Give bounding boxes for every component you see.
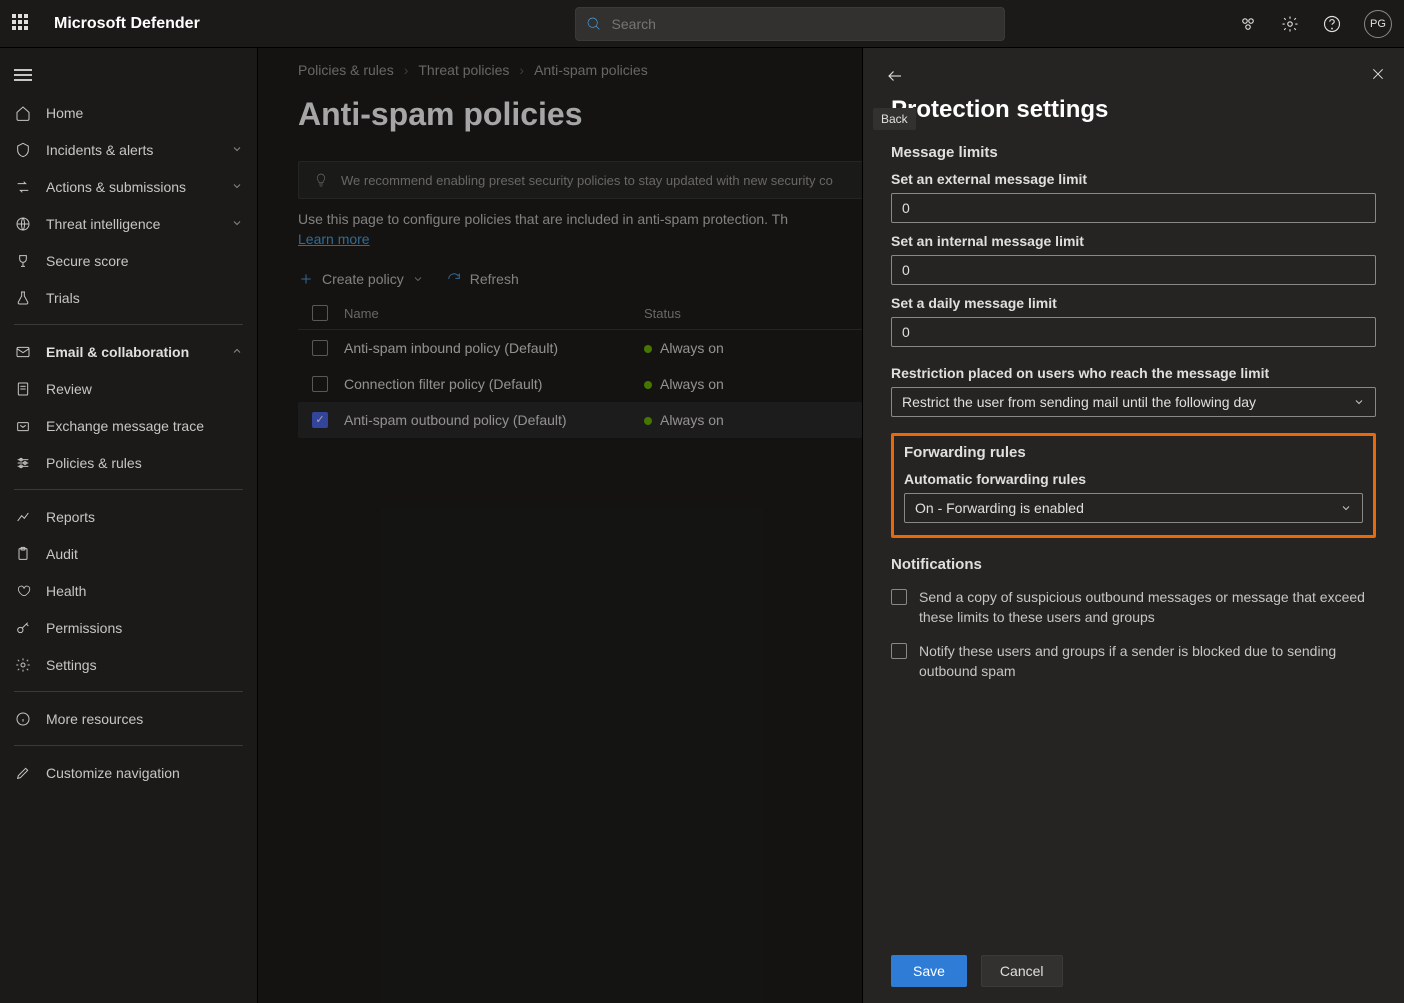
sidebar-item-label: Settings — [46, 657, 97, 673]
sliders-icon — [14, 454, 32, 472]
search-input[interactable] — [612, 16, 994, 32]
notify-blocked-checkbox[interactable] — [891, 643, 907, 659]
sidebar-item-audit[interactable]: Audit — [0, 535, 257, 572]
chevron-down-icon — [231, 216, 243, 232]
clipboard-icon — [14, 545, 32, 563]
sidebar-item-actions[interactable]: Actions & submissions — [0, 168, 257, 205]
help-icon[interactable] — [1322, 14, 1342, 34]
swap-icon — [14, 178, 32, 196]
section-notifications: Notifications — [891, 556, 1376, 573]
community-icon[interactable] — [1238, 14, 1258, 34]
sidebar-item-label: Health — [46, 583, 86, 599]
sidebar-item-label: Threat intelligence — [46, 216, 160, 232]
notify-blocked-label: Notify these users and groups if a sende… — [919, 641, 1376, 681]
sidebar-item-reports[interactable]: Reports — [0, 498, 257, 535]
internal-limit-input[interactable] — [891, 255, 1376, 285]
app-launcher-icon[interactable] — [12, 14, 32, 34]
sidebar-item-label: Home — [46, 105, 83, 121]
sidebar-item-settings[interactable]: Settings — [0, 646, 257, 683]
sidebar-item-label: Permissions — [46, 620, 122, 636]
auto-forwarding-select[interactable]: On - Forwarding is enabled — [904, 493, 1363, 523]
chevron-up-icon — [231, 344, 243, 360]
section-forwarding-rules: Forwarding rules — [904, 444, 1363, 461]
notify-copy-label: Send a copy of suspicious outbound messa… — [919, 587, 1376, 627]
cancel-button[interactable]: Cancel — [981, 955, 1063, 987]
protection-settings-panel: Back Protection settings Message limits … — [862, 48, 1404, 1003]
hamburger-icon[interactable] — [0, 56, 257, 94]
sidebar-item-label: Audit — [46, 546, 78, 562]
key-icon — [14, 619, 32, 637]
sidebar-item-review[interactable]: Review — [0, 370, 257, 407]
chart-icon — [14, 508, 32, 526]
sidebar-item-label: Reports — [46, 509, 95, 525]
doc-icon — [14, 380, 32, 398]
daily-limit-input[interactable] — [891, 317, 1376, 347]
gear-icon[interactable] — [1280, 14, 1300, 34]
external-limit-label: Set an external message limit — [891, 171, 1376, 187]
section-message-limits: Message limits — [891, 144, 1376, 161]
external-limit-input[interactable] — [891, 193, 1376, 223]
sidebar: Home Incidents & alerts Actions & submis… — [0, 48, 258, 1003]
mail-icon — [14, 343, 32, 361]
heart-icon — [14, 582, 32, 600]
internal-limit-label: Set an internal message limit — [891, 233, 1376, 249]
sidebar-item-label: More resources — [46, 711, 143, 727]
sidebar-item-permissions[interactable]: Permissions — [0, 609, 257, 646]
sidebar-item-label: Review — [46, 381, 92, 397]
sidebar-item-policies-rules[interactable]: Policies & rules — [0, 444, 257, 481]
back-button[interactable] — [881, 62, 909, 90]
avatar[interactable]: PG — [1364, 10, 1392, 38]
sidebar-item-label: Email & collaboration — [46, 344, 189, 360]
sidebar-item-threat-intel[interactable]: Threat intelligence — [0, 205, 257, 242]
sidebar-item-exchange-trace[interactable]: Exchange message trace — [0, 407, 257, 444]
sidebar-item-trials[interactable]: Trials — [0, 279, 257, 316]
exchange-icon — [14, 417, 32, 435]
forwarding-rules-highlight: Forwarding rules Automatic forwarding ru… — [891, 433, 1376, 538]
sidebar-item-label: Exchange message trace — [46, 418, 204, 434]
chevron-down-icon — [231, 142, 243, 158]
globe-icon — [14, 215, 32, 233]
chevron-down-icon — [1340, 502, 1352, 514]
sidebar-item-customize-nav[interactable]: Customize navigation — [0, 754, 257, 791]
sidebar-item-label: Trials — [46, 290, 80, 306]
sidebar-item-label: Secure score — [46, 253, 128, 269]
chevron-down-icon — [231, 179, 243, 195]
sidebar-item-label: Actions & submissions — [46, 179, 186, 195]
info-icon — [14, 710, 32, 728]
panel-title: Protection settings — [863, 90, 1404, 138]
settings-icon — [14, 656, 32, 674]
search-box[interactable] — [575, 7, 1005, 41]
search-icon — [586, 16, 602, 32]
chevron-down-icon — [1353, 396, 1365, 408]
flask-icon — [14, 289, 32, 307]
trophy-icon — [14, 252, 32, 270]
divider — [14, 691, 243, 692]
back-tooltip: Back — [873, 108, 916, 130]
home-icon — [14, 104, 32, 122]
sidebar-item-label: Policies & rules — [46, 455, 142, 471]
divider — [14, 324, 243, 325]
notify-copy-checkbox[interactable] — [891, 589, 907, 605]
top-bar: Microsoft Defender PG — [0, 0, 1404, 48]
sidebar-section-email[interactable]: Email & collaboration — [0, 333, 257, 370]
sidebar-item-more-resources[interactable]: More resources — [0, 700, 257, 737]
pencil-icon — [14, 764, 32, 782]
sidebar-item-health[interactable]: Health — [0, 572, 257, 609]
sidebar-item-label: Incidents & alerts — [46, 142, 153, 158]
daily-limit-label: Set a daily message limit — [891, 295, 1376, 311]
sidebar-item-home[interactable]: Home — [0, 94, 257, 131]
auto-forwarding-label: Automatic forwarding rules — [904, 471, 1363, 487]
divider — [14, 745, 243, 746]
restriction-select[interactable]: Restrict the user from sending mail unti… — [891, 387, 1376, 417]
sidebar-item-label: Customize navigation — [46, 765, 180, 781]
shield-icon — [14, 141, 32, 159]
save-button[interactable]: Save — [891, 955, 967, 987]
sidebar-item-secure-score[interactable]: Secure score — [0, 242, 257, 279]
main-area: Policies & rules › Threat policies › Ant… — [258, 48, 1404, 1003]
sidebar-item-incidents[interactable]: Incidents & alerts — [0, 131, 257, 168]
restriction-label: Restriction placed on users who reach th… — [891, 365, 1376, 381]
brand-title: Microsoft Defender — [54, 15, 200, 33]
close-button[interactable] — [1370, 66, 1386, 87]
divider — [14, 489, 243, 490]
